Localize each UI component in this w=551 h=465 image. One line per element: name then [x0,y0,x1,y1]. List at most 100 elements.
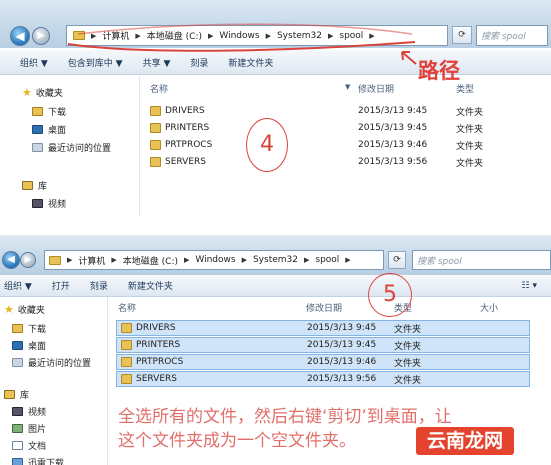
include-in-library-menu[interactable]: 包含到库中 ▼ [68,56,123,69]
chevron-right-icon: ▶ [67,256,73,264]
organize-menu[interactable]: 组织 ▼ [20,56,48,69]
column-header-date[interactable]: 修改日期 [306,301,342,314]
separator [0,216,551,235]
command-bar: 组织 ▼ 打开 刻录 新建文件夹 ☷ ▾ [0,275,551,297]
burn-button[interactable]: 刻录 [190,56,208,69]
folder-icon [121,323,132,333]
step-number-badge: 5 [368,273,412,317]
folder-icon [121,374,132,384]
organize-menu[interactable]: 组织 ▼ [4,279,32,292]
column-header-date[interactable]: 修改日期 [358,82,394,95]
search-placeholder: 搜索 spool [481,32,526,42]
address-bar[interactable]: ▶ 计算机 ▶ 本地磁盘 (C:) ▶ Windows ▶ System32 ▶… [44,250,384,270]
column-header-size[interactable]: 大小 [480,301,498,314]
breadcrumb-drive[interactable]: 本地磁盘 (C:) [123,254,178,267]
nav-favorites[interactable]: ★ 收藏夹 [22,86,63,99]
nav-desktop[interactable]: 桌面 [12,339,46,352]
thunder-download-icon [12,458,23,465]
star-icon: ★ [22,86,32,99]
file-row[interactable]: PRINTERS 2015/3/13 9:45 文件夹 [150,120,540,136]
nav-downloads[interactable]: 下载 [32,105,66,118]
breadcrumb-spool[interactable]: spool [315,255,339,265]
nav-libraries[interactable]: 库 [4,388,29,401]
file-row-selected[interactable]: SERVERS 2015/3/13 9:56 文件夹 [116,371,530,387]
folder-icon [150,123,161,133]
view-options-icon[interactable]: ☷ ▾ [522,281,537,291]
desktop-icon [32,125,43,134]
forward-button[interactable]: ▶ [32,27,50,45]
folder-icon [150,157,161,167]
back-button[interactable]: ◀ [2,251,20,269]
download-folder-icon [32,107,43,116]
desktop-icon [12,341,23,350]
path-underline-annotation [67,23,416,52]
forward-button[interactable]: ▶ [20,252,36,268]
file-row-selected[interactable]: DRIVERS 2015/3/13 9:45 文件夹 [116,320,530,336]
folder-icon [150,140,161,150]
breadcrumb-system32[interactable]: System32 [253,255,298,265]
chevron-right-icon: ▶ [111,256,117,264]
arrow-icon [401,51,417,65]
nav-pictures[interactable]: 图片 [12,422,46,435]
nav-desktop[interactable]: 桌面 [32,123,66,136]
column-header-name[interactable]: 名称 [150,82,168,95]
new-folder-button[interactable]: 新建文件夹 [128,279,173,292]
chevron-right-icon: ▶ [184,256,190,264]
chevron-right-icon: ▶ [345,256,351,264]
nav-documents[interactable]: 文档 [12,439,46,452]
document-icon [12,441,23,450]
open-button[interactable]: 打开 [52,279,70,292]
star-icon: ★ [4,303,14,316]
nav-thunder-downloads[interactable]: 迅雷下载 [12,456,64,465]
refresh-button[interactable]: ⟳ [452,26,472,44]
search-placeholder: 搜索 spool [417,256,462,267]
nav-videos[interactable]: 视频 [32,197,66,210]
file-row-selected[interactable]: PRINTERS 2015/3/13 9:45 文件夹 [116,337,530,353]
library-icon [22,181,33,190]
explorer-window-step4: ◀ ▶ ▶ 计算机 ▶ 本地磁盘 (C:) ▶ Windows ▶ System… [0,0,551,216]
nav-recent-places[interactable]: 最近访问的位置 [12,356,91,369]
instruction-text-line2: 这个文件夹成为一个空文件夹。 [118,431,356,451]
nav-favorites[interactable]: ★ 收藏夹 [4,303,45,316]
folder-icon [121,357,132,367]
column-header-name[interactable]: 名称 [118,301,136,314]
new-folder-button[interactable]: 新建文件夹 [228,56,273,69]
folder-icon [150,106,161,116]
video-icon [32,199,43,208]
download-folder-icon [12,324,23,333]
folder-icon [49,255,61,265]
nav-downloads[interactable]: 下载 [12,322,46,335]
folder-icon [121,340,132,350]
path-annotation-label: 路径 [418,59,460,83]
burn-button[interactable]: 刻录 [90,279,108,292]
watermark-logo: 云南龙网 [416,427,514,455]
recent-places-icon [32,143,43,152]
file-row-selected[interactable]: PRTPROCS 2015/3/13 9:46 文件夹 [116,354,530,370]
search-input[interactable]: 搜索 spool [476,25,548,46]
file-row[interactable]: SERVERS 2015/3/13 9:56 文件夹 [150,154,540,170]
navigation-pane: ★ 收藏夹 下载 桌面 最近访问的位置 库 视频 图片 文档 迅雷下载 [0,297,108,465]
instruction-text-line1: 全选所有的文件，然后右键‘剪切’到桌面，让 [118,407,452,427]
nav-videos[interactable]: 视频 [12,405,46,418]
chevron-right-icon: ▶ [241,256,247,264]
nav-libraries[interactable]: 库 [22,179,47,192]
chevron-right-icon: ▶ [303,256,310,264]
refresh-button[interactable]: ⟳ [388,251,406,269]
video-icon [12,407,23,416]
share-menu[interactable]: 共享 ▼ [143,56,171,69]
breadcrumb-computer[interactable]: 计算机 [78,254,105,267]
file-row[interactable]: PRTPROCS 2015/3/13 9:46 文件夹 [150,137,540,153]
navigation-pane: ★ 收藏夹 下载 桌面 最近访问的位置 库 视频 [0,76,140,216]
file-row[interactable]: DRIVERS 2015/3/13 9:45 文件夹 [150,103,540,119]
sort-chevron-icon: ▼ [345,83,351,91]
breadcrumb-windows[interactable]: Windows [195,255,235,265]
address-row: ◀ ▶ ▶ 计算机 ▶ 本地磁盘 (C:) ▶ Windows ▶ System… [0,235,551,275]
search-input[interactable]: 搜索 spool [412,250,551,270]
back-button[interactable]: ◀ [10,26,30,46]
nav-recent-places[interactable]: 最近访问的位置 [32,141,111,154]
recent-places-icon [12,358,23,367]
picture-icon [12,424,23,433]
step-number-badge: 4 [246,118,288,172]
library-icon [4,390,15,399]
explorer-window-step5: ◀ ▶ ▶ 计算机 ▶ 本地磁盘 (C:) ▶ Windows ▶ System… [0,235,551,465]
